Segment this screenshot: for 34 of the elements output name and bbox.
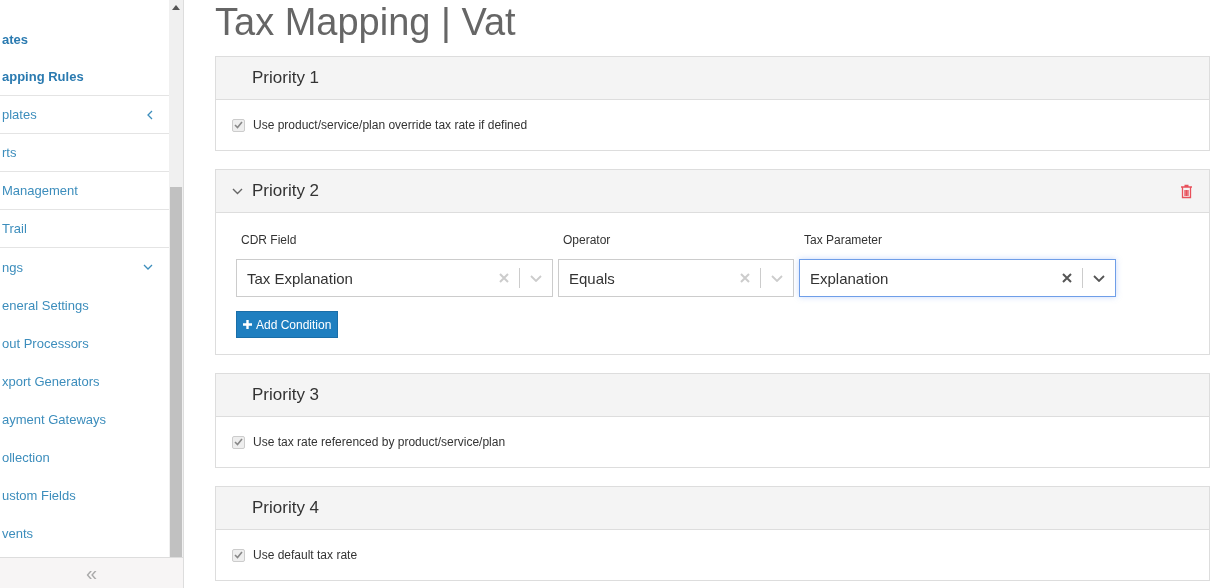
chevron-down-icon[interactable] xyxy=(1093,274,1105,282)
sidebar-item[interactable]: out Processors xyxy=(0,324,169,362)
trash-icon[interactable] xyxy=(1180,183,1193,199)
collapse-sidebar-button[interactable]: « xyxy=(81,563,102,583)
clear-icon[interactable] xyxy=(1062,273,1072,283)
checkbox[interactable] xyxy=(232,548,245,562)
sidebar-item[interactable]: xport Generators xyxy=(0,362,169,400)
checkbox[interactable] xyxy=(232,435,245,449)
sidebar-item[interactable]: ollection xyxy=(0,438,169,476)
field-label: CDR Field xyxy=(240,233,298,247)
sidebar-item[interactable]: ngs xyxy=(0,248,169,286)
field-label: Tax Parameter xyxy=(803,233,884,247)
field-label: Operator xyxy=(562,233,612,247)
panel-title: Priority 2 xyxy=(252,181,320,201)
plus-icon xyxy=(243,320,252,329)
sidebar-item[interactable]: ates xyxy=(0,20,169,58)
sidebar-item[interactable]: eneral Settings xyxy=(0,286,169,324)
scrollbar[interactable] xyxy=(169,0,183,557)
panel-title: Priority 1 xyxy=(252,68,320,88)
scrollbar-thumb[interactable] xyxy=(170,187,182,557)
select-field[interactable]: Explanation xyxy=(799,259,1116,297)
scroll-up-arrow-icon[interactable] xyxy=(172,5,180,10)
add-condition-button[interactable]: Add Condition xyxy=(236,311,339,338)
sidebar-item[interactable]: vents xyxy=(0,514,169,552)
checkbox-label: Use product/service/plan override tax rate if defined xyxy=(253,118,528,132)
sidebar-item[interactable]: ustom Fields xyxy=(0,476,169,514)
page-title: Tax Mapping | Vat xyxy=(215,0,517,44)
panel-title: Priority 3 xyxy=(252,385,320,405)
checkbox-label: Use tax rate referenced by product/service/plan xyxy=(253,435,506,449)
panel-title: Priority 4 xyxy=(252,498,320,518)
chevron-down-icon[interactable] xyxy=(232,188,243,195)
sidebar-item[interactable]: ayment Gateways xyxy=(0,400,169,438)
checkbox[interactable] xyxy=(232,118,245,132)
checkbox-label: Use default tax rate xyxy=(253,548,358,562)
